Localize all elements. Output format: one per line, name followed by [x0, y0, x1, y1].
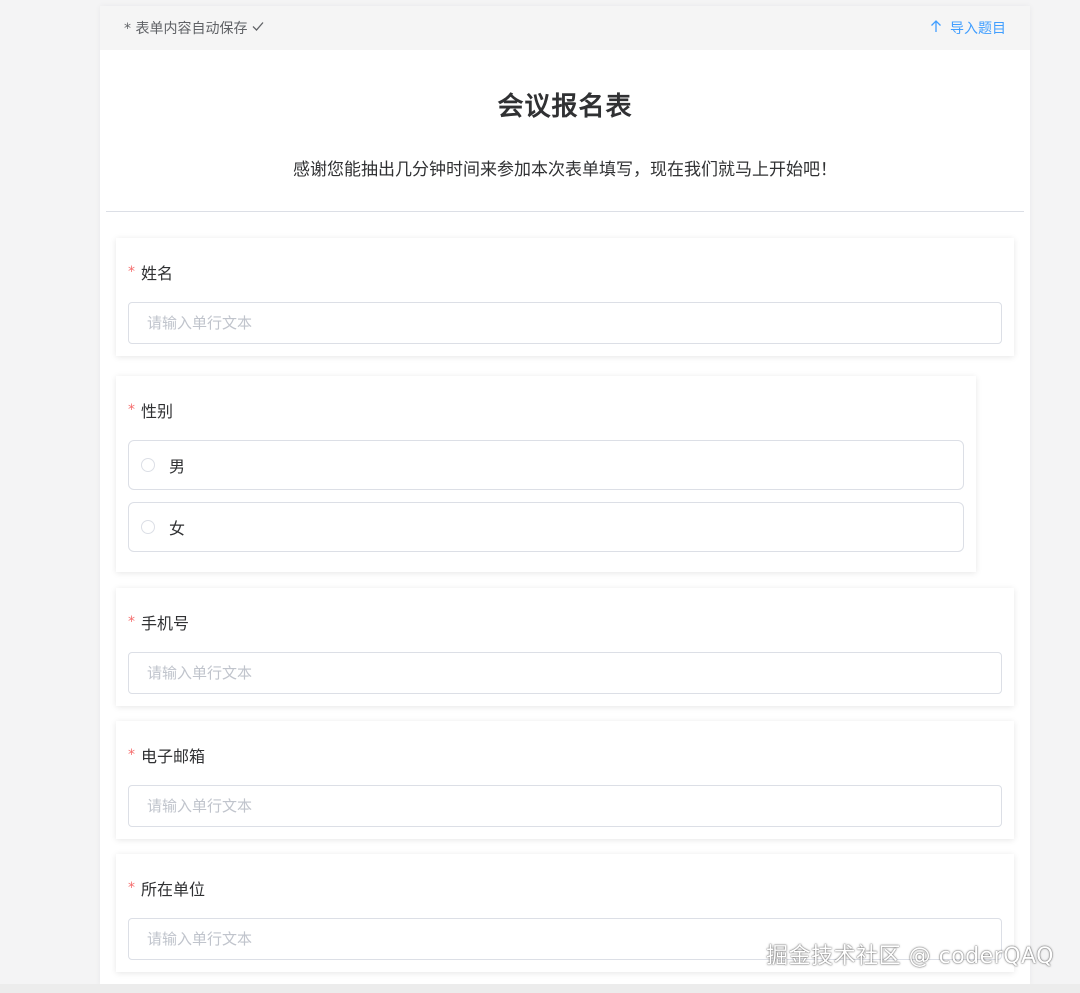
arrow-up-icon: [930, 19, 942, 37]
required-mark: *: [128, 614, 135, 630]
required-mark: *: [128, 264, 135, 280]
question-label: * 手机号: [128, 588, 1002, 652]
phone-input[interactable]: [128, 652, 1002, 694]
question-name: * 姓名: [116, 238, 1014, 356]
bottom-strip: [0, 984, 1080, 993]
question-label-text: 性别: [141, 402, 174, 421]
required-mark: *: [128, 880, 135, 896]
option-label: 女: [169, 519, 186, 538]
form-title: 会议报名表: [497, 92, 633, 122]
radio-circle-icon[interactable]: [141, 458, 155, 472]
required-mark: *: [128, 747, 135, 763]
import-questions-label: 导入题目: [950, 21, 1006, 37]
form-page: * 表单内容自动保存 导入题目 会议报名表 感谢您能抽出几分钟时间来参加本次表单…: [100, 6, 1030, 986]
question-email: * 电子邮箱: [116, 721, 1014, 839]
question-phone: * 手机号: [116, 588, 1014, 706]
question-label-text: 所在单位: [141, 880, 206, 899]
radio-circle-icon[interactable]: [141, 520, 155, 534]
form-description: 感谢您能抽出几分钟时间来参加本次表单填写，现在我们就马上开始吧！: [293, 160, 837, 180]
question-label-text: 电子邮箱: [141, 747, 206, 766]
required-mark: *: [128, 402, 135, 418]
viewport: * 表单内容自动保存 导入题目 会议报名表 感谢您能抽出几分钟时间来参加本次表单…: [0, 0, 1080, 993]
question-label: * 所在单位: [128, 854, 1002, 918]
gender-option-male[interactable]: 男: [128, 440, 964, 490]
autosave-status: * 表单内容自动保存: [124, 18, 265, 38]
email-input[interactable]: [128, 785, 1002, 827]
question-label-text: 姓名: [141, 264, 174, 283]
question-label: * 姓名: [128, 238, 1002, 302]
form-header: 会议报名表 感谢您能抽出几分钟时间来参加本次表单填写，现在我们就马上开始吧！: [106, 50, 1024, 212]
question-label: * 性别: [128, 376, 964, 440]
gender-option-female[interactable]: 女: [128, 502, 964, 552]
check-icon: [251, 19, 265, 37]
question-label: * 电子邮箱: [128, 721, 1002, 785]
option-label: 男: [169, 457, 186, 476]
autosave-text: * 表单内容自动保存: [124, 21, 248, 37]
question-gender: * 性别 男 女: [116, 376, 976, 572]
name-input[interactable]: [128, 302, 1002, 344]
watermark: 掘金技术社区 @ coderQAQ: [766, 944, 1054, 969]
import-questions-button[interactable]: 导入题目: [930, 18, 1006, 38]
question-label-text: 手机号: [141, 614, 190, 633]
top-bar: * 表单内容自动保存 导入题目: [100, 6, 1030, 50]
